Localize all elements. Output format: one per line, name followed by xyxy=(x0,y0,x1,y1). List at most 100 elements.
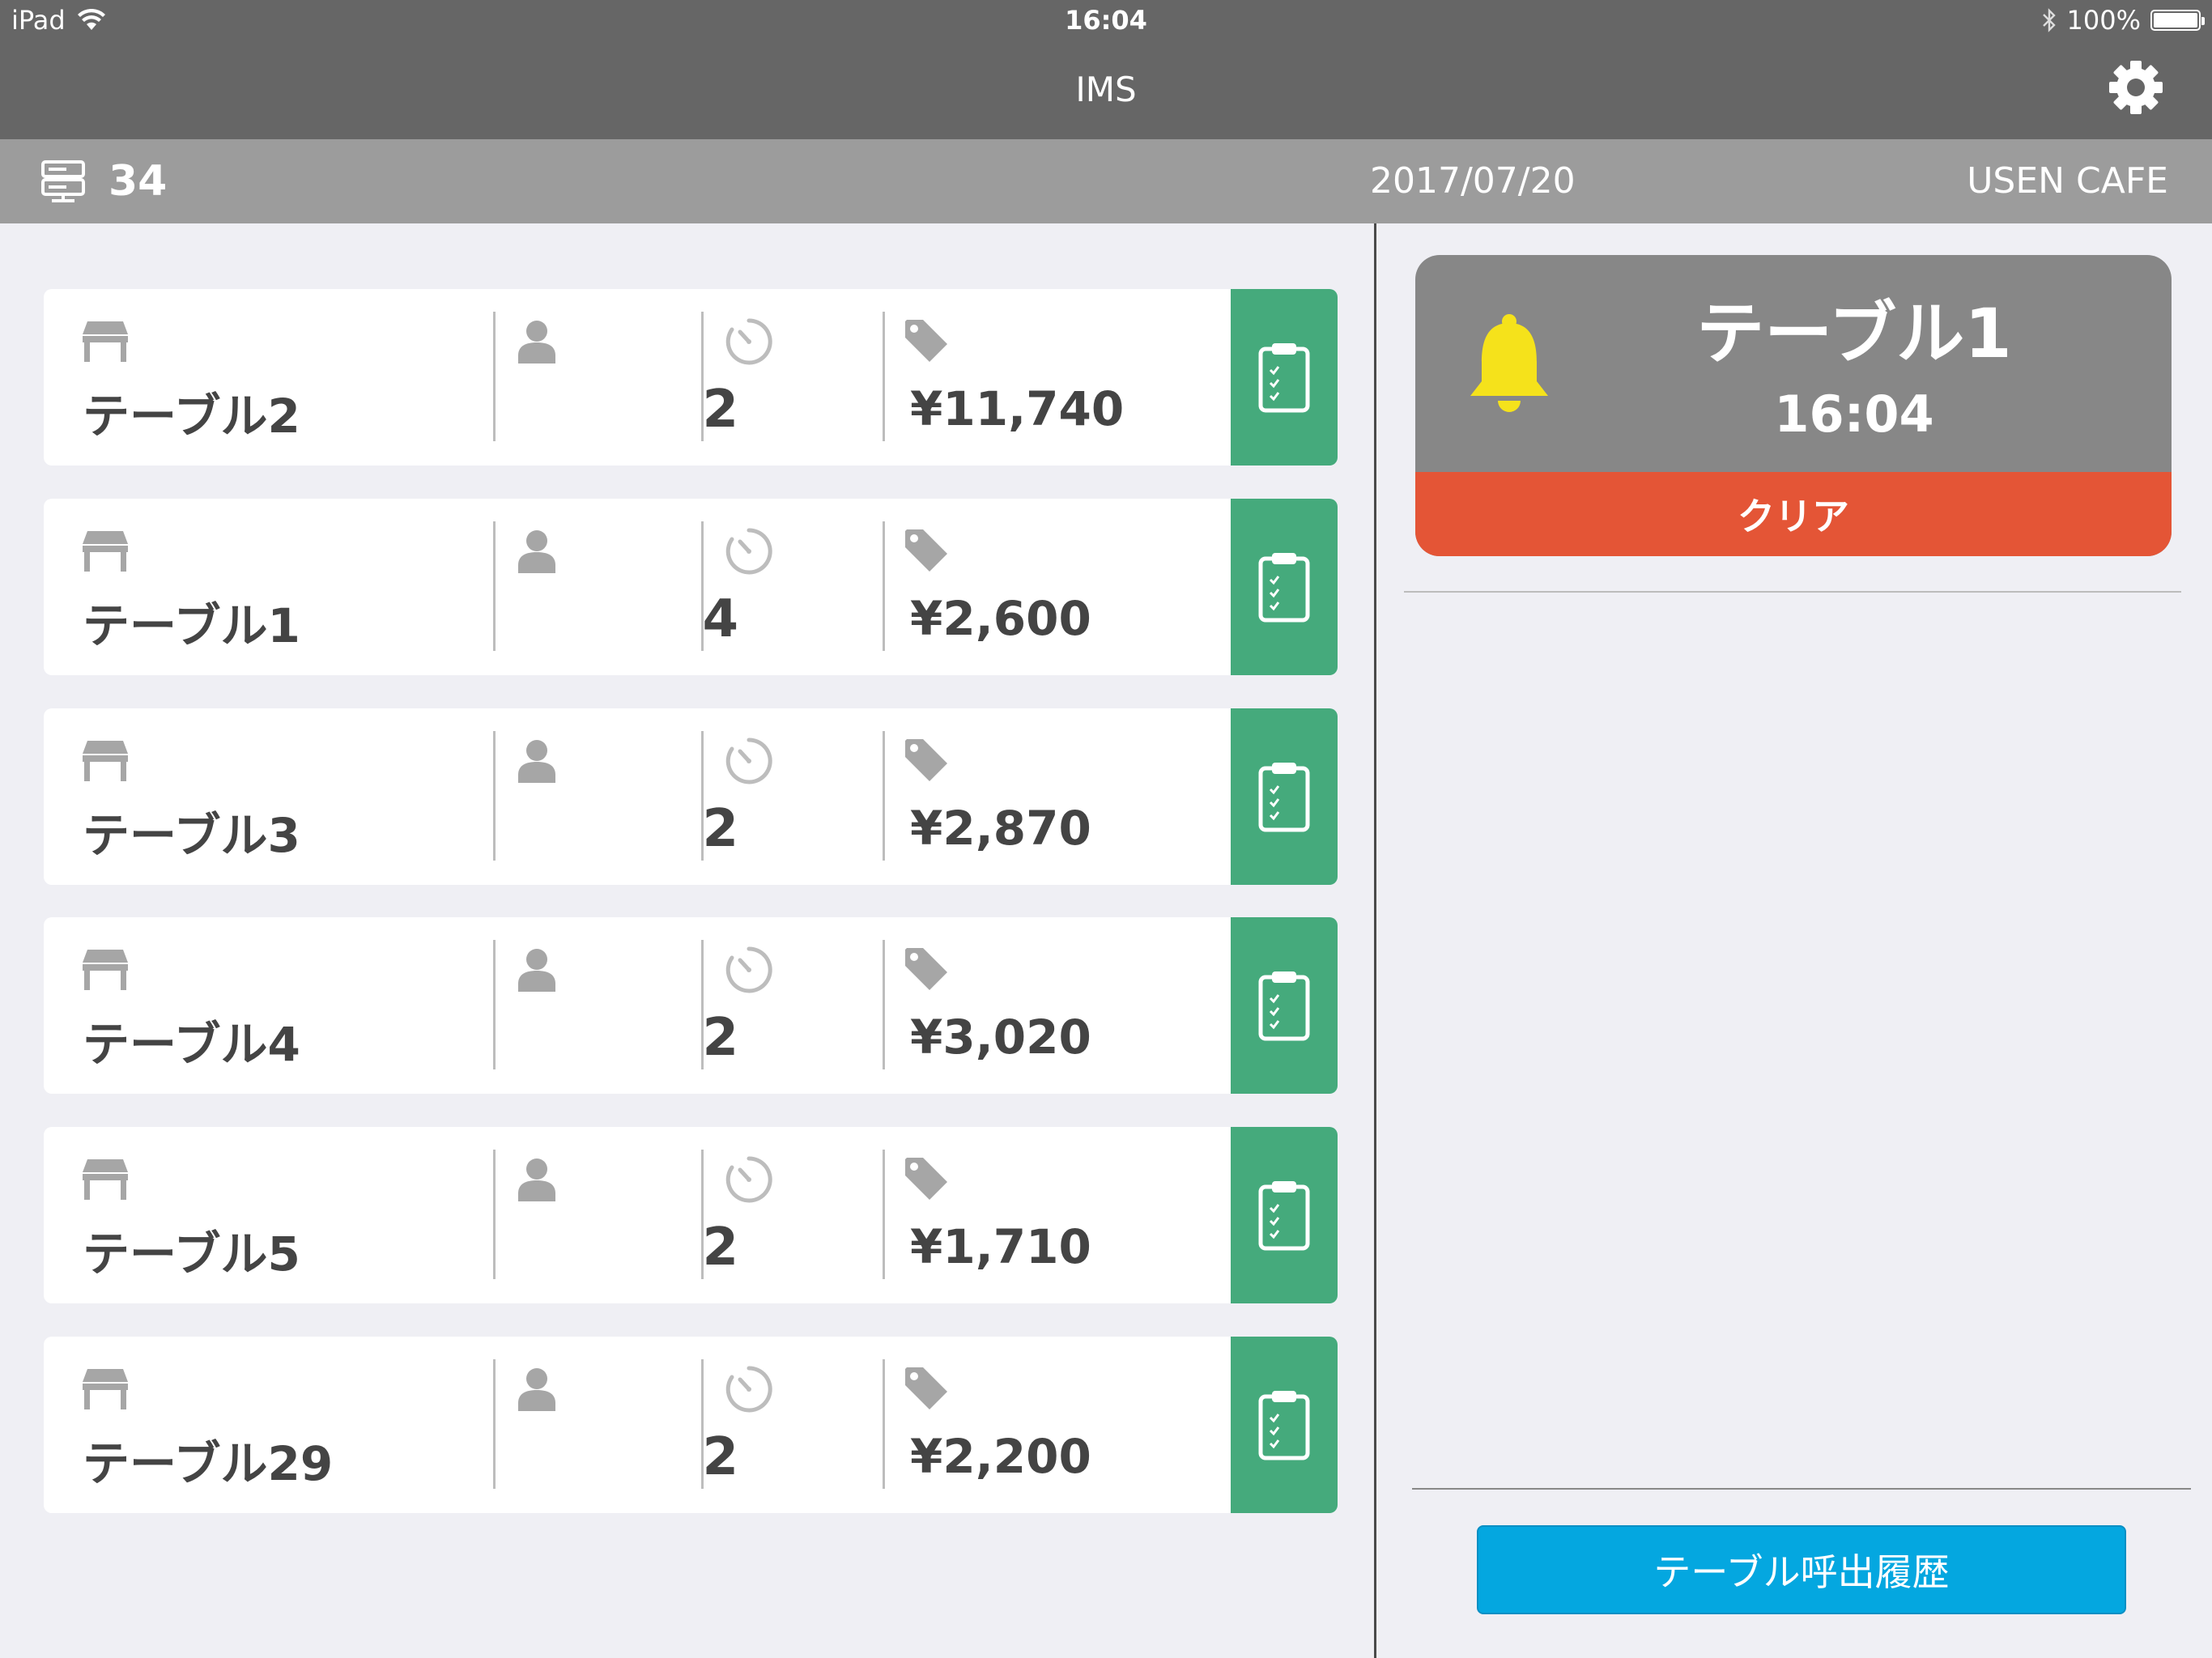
column-divider xyxy=(701,940,704,1069)
call-history-button[interactable]: テーブル呼出履歴 xyxy=(1477,1525,2126,1614)
order-list-button[interactable] xyxy=(1231,708,1338,885)
column-divider xyxy=(701,1359,704,1489)
price-tag-icon xyxy=(905,529,947,572)
column-divider xyxy=(883,312,885,441)
divider-line xyxy=(1412,1488,2191,1490)
clipboard-icon xyxy=(1258,763,1310,832)
column-divider xyxy=(493,731,496,861)
divider-line xyxy=(1404,591,2181,593)
order-amount: ¥2,600 xyxy=(910,591,1091,646)
server-icon xyxy=(41,160,85,202)
order-amount: ¥11,740 xyxy=(910,381,1125,436)
status-right: 100% xyxy=(2041,5,2205,36)
order-amount: ¥2,870 xyxy=(910,801,1091,856)
server-count-value: 34 xyxy=(108,157,168,206)
guest-count: 2 xyxy=(702,1008,738,1068)
table-name: テーブル3 xyxy=(83,808,300,863)
guest-count: 4 xyxy=(702,589,738,649)
table-icon xyxy=(83,531,128,572)
guest-count: 2 xyxy=(702,1218,738,1278)
clock-icon xyxy=(725,1366,772,1413)
table-card[interactable]: テーブル4 2 ¥3,020 xyxy=(44,917,1338,1094)
column-divider xyxy=(883,521,885,651)
person-icon xyxy=(518,1368,555,1411)
table-card[interactable]: テーブル1 4 ¥2,600 xyxy=(44,499,1338,675)
clock-icon xyxy=(725,318,772,365)
table-icon xyxy=(83,321,128,362)
guest-count: 2 xyxy=(702,799,738,859)
table-name: テーブル29 xyxy=(83,1436,334,1491)
price-tag-icon xyxy=(905,1367,947,1409)
column-divider xyxy=(883,1150,885,1279)
battery-level xyxy=(2154,13,2197,28)
current-date: 2017/07/20 xyxy=(1370,160,1576,202)
column-divider xyxy=(883,731,885,861)
clipboard-icon xyxy=(1258,971,1310,1041)
column-divider xyxy=(493,1359,496,1489)
pane-divider xyxy=(1374,223,1376,1658)
battery-icon xyxy=(2150,10,2205,31)
clipboard-icon xyxy=(1258,1391,1310,1460)
price-tag-icon xyxy=(905,1158,947,1200)
clipboard-icon xyxy=(1258,343,1310,413)
table-name: テーブル2 xyxy=(83,389,300,444)
person-icon xyxy=(518,530,555,573)
shop-name: USEN CAFE xyxy=(1967,160,2168,202)
notification-time: 16:04 xyxy=(1774,385,1934,444)
guest-count: 2 xyxy=(702,1427,738,1487)
clipboard-icon xyxy=(1258,553,1310,623)
column-divider xyxy=(493,312,496,441)
price-tag-icon xyxy=(905,739,947,781)
column-divider xyxy=(883,1359,885,1489)
clock-icon xyxy=(725,946,772,993)
guest-count: 2 xyxy=(702,380,738,440)
table-card[interactable]: テーブル3 2 ¥2,870 xyxy=(44,708,1338,885)
order-list-button[interactable] xyxy=(1231,917,1338,1094)
table-card[interactable]: テーブル2 2 ¥11,740 xyxy=(44,289,1338,466)
column-divider xyxy=(701,312,704,441)
notification-table-name: テーブル1 xyxy=(1696,294,2012,373)
column-divider xyxy=(701,521,704,651)
table-icon xyxy=(83,950,128,990)
column-divider xyxy=(493,521,496,651)
app-title: IMS xyxy=(1075,70,1137,109)
clock-icon xyxy=(725,1156,772,1203)
person-icon xyxy=(518,321,555,363)
clear-button[interactable]: クリア xyxy=(1415,472,2172,556)
status-time: 16:04 xyxy=(1065,5,1147,36)
order-amount: ¥2,200 xyxy=(910,1429,1091,1484)
column-divider xyxy=(883,940,885,1069)
call-notification-card[interactable]: テーブル1 16:04 クリア xyxy=(1415,255,2172,556)
table-icon xyxy=(83,1159,128,1200)
clock-icon xyxy=(725,528,772,575)
column-divider xyxy=(493,940,496,1069)
person-icon xyxy=(518,949,555,992)
column-divider xyxy=(701,731,704,861)
person-icon xyxy=(518,740,555,783)
order-amount: ¥3,020 xyxy=(910,1010,1091,1065)
table-name: テーブル4 xyxy=(83,1017,300,1072)
column-divider xyxy=(701,1150,704,1279)
table-icon xyxy=(83,1369,128,1409)
order-list-button[interactable] xyxy=(1231,1127,1338,1303)
table-card[interactable]: テーブル5 2 ¥1,710 xyxy=(44,1127,1338,1303)
nav-bar: iPad 16:04 100% IMS xyxy=(0,0,2212,139)
order-amount: ¥1,710 xyxy=(910,1219,1091,1274)
table-icon xyxy=(83,741,128,781)
table-name: テーブル5 xyxy=(83,1226,300,1282)
sub-header: 34 2017/07/20 USEN CAFE xyxy=(0,139,2212,223)
clock-icon xyxy=(725,738,772,784)
server-count: 34 xyxy=(40,157,167,206)
table-card[interactable]: テーブル29 2 ¥2,200 xyxy=(44,1337,1338,1513)
gear-icon[interactable] xyxy=(2107,58,2165,117)
price-tag-icon xyxy=(905,948,947,990)
order-list-button[interactable] xyxy=(1231,289,1338,466)
clipboard-icon xyxy=(1258,1181,1310,1251)
column-divider xyxy=(493,1150,496,1279)
battery-percent: 100% xyxy=(2066,5,2141,36)
bluetooth-icon xyxy=(2042,8,2056,32)
order-list-button[interactable] xyxy=(1231,499,1338,675)
table-name: テーブル1 xyxy=(83,598,300,653)
order-list-button[interactable] xyxy=(1231,1337,1338,1513)
price-tag-icon xyxy=(905,320,947,362)
